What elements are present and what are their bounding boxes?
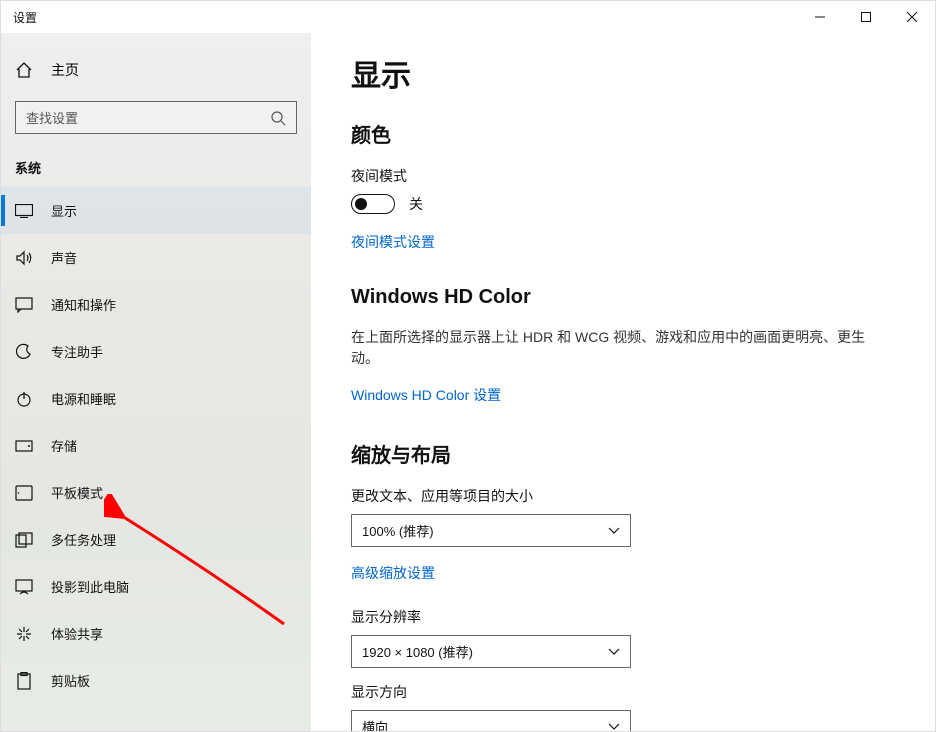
sidebar-item-label: 体验共享 bbox=[51, 624, 103, 643]
sidebar-item-label: 多任务处理 bbox=[51, 530, 116, 549]
sidebar-item-label: 显示 bbox=[51, 201, 77, 220]
sidebar-item-notifications[interactable]: 通知和操作 bbox=[1, 281, 311, 328]
night-mode-settings-link[interactable]: 夜间模式设置 bbox=[351, 232, 435, 252]
sidebar-item-label: 声音 bbox=[51, 248, 77, 267]
clipboard-icon bbox=[15, 672, 33, 690]
page-title: 显示 bbox=[351, 51, 895, 95]
sidebar-item-label: 电源和睡眠 bbox=[51, 389, 116, 408]
sidebar-item-label: 剪贴板 bbox=[51, 671, 90, 690]
power-icon bbox=[15, 390, 33, 408]
hd-heading: Windows HD Color bbox=[351, 286, 895, 309]
notifications-icon bbox=[15, 296, 33, 314]
sidebar-item-label: 存储 bbox=[51, 436, 77, 455]
sidebar-item-sound[interactable]: 声音 bbox=[1, 234, 311, 281]
text-size-value: 100% (推荐) bbox=[362, 521, 608, 540]
settings-window: 设置 主页 查找设置 bbox=[0, 0, 936, 732]
window-title: 设置 bbox=[13, 9, 37, 26]
orientation-dropdown[interactable]: 横向 bbox=[351, 710, 631, 731]
sidebar-item-shared[interactable]: 体验共享 bbox=[1, 610, 311, 657]
window-controls bbox=[797, 1, 935, 33]
projecting-icon bbox=[15, 578, 33, 596]
night-mode-label: 夜间模式 bbox=[351, 166, 895, 186]
sidebar-item-storage[interactable]: 存储 bbox=[1, 422, 311, 469]
color-heading: 颜色 bbox=[351, 119, 895, 148]
chevron-down-icon bbox=[608, 723, 620, 731]
sound-icon bbox=[15, 249, 33, 267]
advanced-scaling-link[interactable]: 高级缩放设置 bbox=[351, 563, 435, 583]
titlebar: 设置 bbox=[1, 1, 935, 33]
minimize-button[interactable] bbox=[797, 1, 843, 33]
focus-icon bbox=[15, 343, 33, 361]
maximize-button[interactable] bbox=[843, 1, 889, 33]
home-label: 主页 bbox=[51, 60, 79, 80]
sidebar-item-tablet[interactable]: 平板模式 bbox=[1, 469, 311, 516]
multitask-icon bbox=[15, 531, 33, 549]
sidebar-item-label: 平板模式 bbox=[51, 483, 103, 502]
home-icon bbox=[15, 61, 33, 79]
hd-description: 在上面所选择的显示器上让 HDR 和 WCG 视频、游戏和应用中的画面更明亮、更… bbox=[351, 327, 871, 369]
sidebar-item-multitask[interactable]: 多任务处理 bbox=[1, 516, 311, 563]
search-icon bbox=[270, 110, 286, 126]
sidebar: 主页 查找设置 系统 显示 声音 bbox=[1, 33, 311, 731]
storage-icon bbox=[15, 437, 33, 455]
sidebar-item-power[interactable]: 电源和睡眠 bbox=[1, 375, 311, 422]
text-size-dropdown[interactable]: 100% (推荐) bbox=[351, 514, 631, 547]
sidebar-item-label: 投影到此电脑 bbox=[51, 577, 129, 596]
sidebar-item-focus[interactable]: 专注助手 bbox=[1, 328, 311, 375]
sidebar-item-clipboard[interactable]: 剪贴板 bbox=[1, 657, 311, 704]
section-heading: 系统 bbox=[1, 134, 311, 187]
night-mode-toggle[interactable] bbox=[351, 194, 395, 214]
sidebar-item-projecting[interactable]: 投影到此电脑 bbox=[1, 563, 311, 610]
shared-icon bbox=[15, 625, 33, 643]
scale-heading: 缩放与布局 bbox=[351, 439, 895, 468]
close-button[interactable] bbox=[889, 1, 935, 33]
chevron-down-icon bbox=[608, 648, 620, 656]
resolution-dropdown[interactable]: 1920 × 1080 (推荐) bbox=[351, 635, 631, 668]
orientation-label: 显示方向 bbox=[351, 682, 895, 702]
sidebar-item-label: 专注助手 bbox=[51, 342, 103, 361]
sidebar-item-display[interactable]: 显示 bbox=[1, 187, 311, 234]
search-input[interactable]: 查找设置 bbox=[15, 101, 297, 134]
hd-settings-link[interactable]: Windows HD Color 设置 bbox=[351, 385, 501, 405]
tablet-icon bbox=[15, 484, 33, 502]
orientation-value: 横向 bbox=[362, 717, 608, 731]
sidebar-item-label: 通知和操作 bbox=[51, 295, 116, 314]
text-size-label: 更改文本、应用等项目的大小 bbox=[351, 486, 895, 506]
display-icon bbox=[15, 202, 33, 220]
main-content: 显示 颜色 夜间模式 关 夜间模式设置 Windows HD Color 在上面… bbox=[311, 33, 935, 731]
search-placeholder: 查找设置 bbox=[26, 108, 270, 127]
home-button[interactable]: 主页 bbox=[1, 47, 311, 93]
night-mode-state: 关 bbox=[409, 194, 423, 214]
chevron-down-icon bbox=[608, 527, 620, 535]
resolution-value: 1920 × 1080 (推荐) bbox=[362, 642, 608, 661]
resolution-label: 显示分辨率 bbox=[351, 607, 895, 627]
